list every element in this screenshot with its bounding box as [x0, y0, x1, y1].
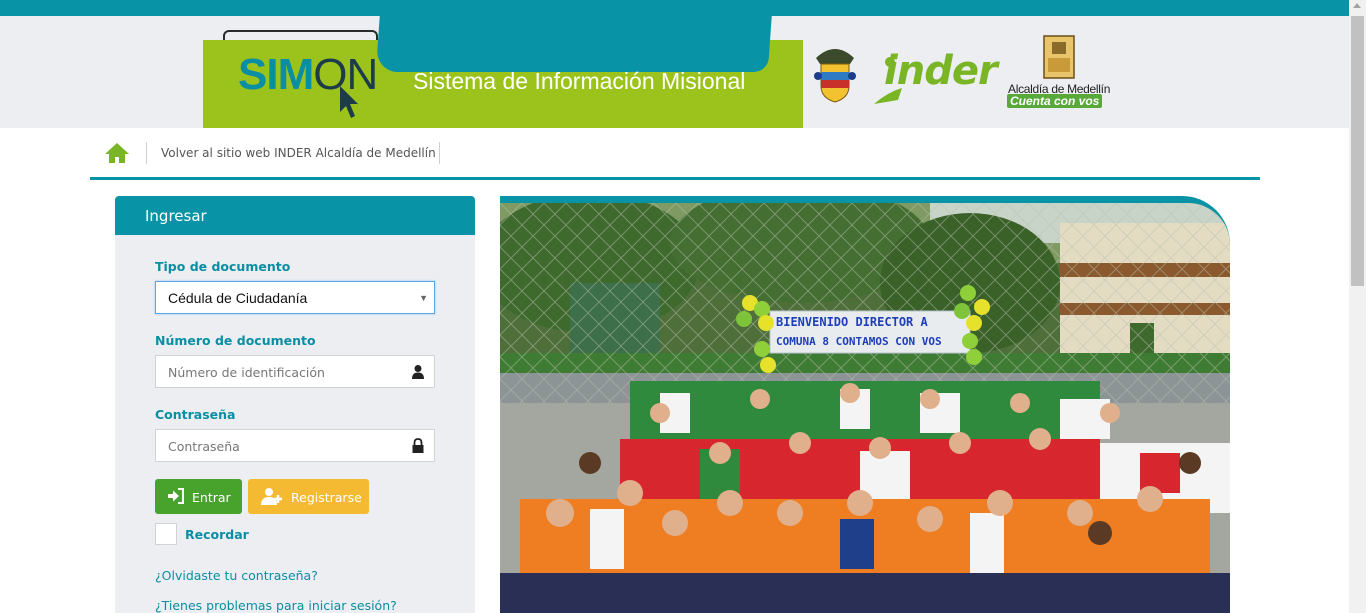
home-icon[interactable]	[104, 142, 130, 164]
login-problems-link[interactable]: ¿Tienes problemas para iniciar sesión?	[155, 598, 397, 613]
simon-banner-tab	[375, 16, 773, 72]
login-panel-header: Ingresar	[115, 196, 475, 235]
doc-number-placeholder: Número de identificación	[168, 365, 325, 380]
banner-line-1: BIENVENIDO DIRECTOR A	[776, 315, 928, 329]
register-button-label: Registrarse	[291, 490, 362, 505]
scroll-up-arrow-icon[interactable]	[1353, 3, 1361, 8]
group-photo-illustration	[500, 203, 1230, 613]
photo-frame: BIENVENIDO DIRECTOR A COMUNA 8 CONTAMOS …	[500, 196, 1230, 613]
doc-type-label: Tipo de documento	[155, 259, 291, 274]
remember-checkbox[interactable]	[155, 523, 177, 545]
banner-line-2: COMUNA 8 CONTAMOS CON VOS	[776, 335, 942, 348]
login-button[interactable]: Entrar	[155, 479, 242, 514]
add-user-icon	[261, 488, 282, 505]
group-photo: BIENVENIDO DIRECTOR A COMUNA 8 CONTAMOS …	[500, 203, 1230, 613]
doc-type-select[interactable]: Cédula de Ciudadanía ▼	[155, 281, 435, 314]
password-placeholder: Contraseña	[168, 439, 240, 454]
simon-logo-outline	[223, 30, 378, 40]
system-title: Sistema de Información Misional	[413, 68, 746, 94]
login-title: Ingresar	[145, 207, 207, 225]
nav-bar: Volver al sitio web INDER Alcaldía de Me…	[90, 128, 1260, 180]
doc-number-input[interactable]: Número de identificación	[155, 355, 435, 388]
colombia-coat-of-arms-icon	[814, 49, 856, 103]
alcaldia-slogan: Cuenta con vos	[1007, 94, 1103, 108]
password-label: Contraseña	[155, 407, 236, 422]
doc-number-label: Número de documento	[155, 333, 316, 348]
user-icon	[412, 365, 424, 379]
sign-in-icon	[168, 488, 184, 504]
register-button[interactable]: Registrarse	[248, 479, 369, 514]
login-button-label: Entrar	[192, 490, 231, 505]
top-bar	[0, 0, 1349, 16]
forgot-password-link[interactable]: ¿Olvidaste tu contraseña?	[155, 568, 318, 583]
chevron-down-icon: ▼	[419, 293, 428, 303]
nav-divider	[439, 142, 440, 164]
back-to-inder-link[interactable]: Volver al sitio web INDER Alcaldía de Me…	[161, 146, 436, 160]
inder-logo-text: inder	[884, 48, 998, 94]
remember-label[interactable]: Recordar	[185, 527, 249, 542]
nav-divider	[146, 142, 147, 164]
password-input[interactable]: Contraseña	[155, 429, 435, 462]
lock-icon	[412, 438, 424, 453]
doc-type-value: Cédula de Ciudadanía	[168, 290, 308, 306]
scrollbar-thumb[interactable]	[1351, 16, 1364, 286]
cursor-icon	[340, 86, 358, 118]
